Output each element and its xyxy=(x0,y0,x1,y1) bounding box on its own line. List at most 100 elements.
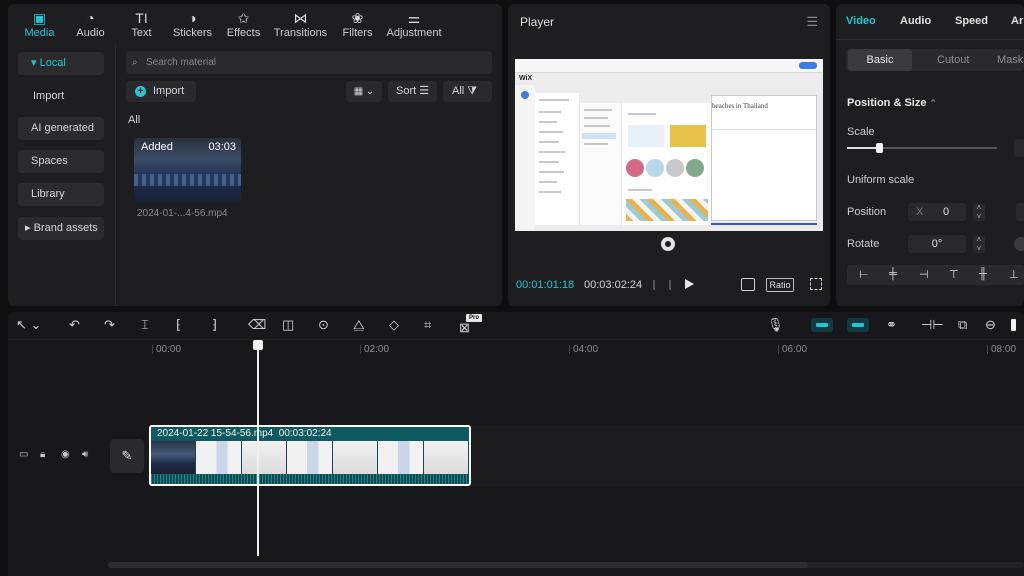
tab-video[interactable]: Video xyxy=(846,15,876,27)
tab-transitions[interactable]: ⋈ Transitions xyxy=(269,10,332,39)
subtab-cutout[interactable]: Cutout xyxy=(937,49,969,71)
clip-frame xyxy=(332,441,379,474)
scrollbar-thumb[interactable] xyxy=(108,562,808,568)
plus-icon: + xyxy=(135,86,146,97)
select-tool-icon[interactable]: ↖ ⌄ xyxy=(16,317,41,333)
clip-frame xyxy=(151,441,197,474)
align-bottom-icon[interactable]: ⊥ xyxy=(1009,268,1019,281)
crop-icon[interactable]: ⌗ xyxy=(424,317,431,333)
ruler-label: 04:00 xyxy=(568,344,599,355)
speaker-icon[interactable]: 🔊︎ xyxy=(82,449,88,460)
split-right-icon[interactable]: ⁆ xyxy=(212,317,217,333)
tab-media[interactable]: ▣ Media xyxy=(14,10,65,39)
sort-button[interactable]: Sort ☰ xyxy=(388,81,437,102)
search-input[interactable]: ⌕ Search material xyxy=(126,51,492,74)
link-icon[interactable]: ⚭ xyxy=(886,317,897,333)
sidebar-item-library[interactable]: Library xyxy=(18,183,104,206)
sidebar-item-spaces[interactable]: Spaces xyxy=(18,150,104,173)
smart-crop-icon[interactable]: ⊠ xyxy=(459,320,470,336)
split-view-icon[interactable]: ⊣⊢ xyxy=(921,317,944,333)
subtab-mask[interactable]: Mask xyxy=(997,49,1023,71)
tab-adjustment[interactable]: ⚌ Adjustment xyxy=(383,10,445,39)
tab-adjustment-label: Adjustment xyxy=(386,26,442,39)
view-toggle-button[interactable]: ▦ ⌄ xyxy=(346,81,382,102)
x-axis-label: X xyxy=(916,206,924,218)
sidebar-item-brand-assets[interactable]: ▸ Brand assets xyxy=(18,217,104,240)
tab-filters[interactable]: ❀ Filters xyxy=(332,10,383,39)
eye-icon[interactable]: ◉ xyxy=(61,449,70,460)
scale-value-field[interactable] xyxy=(1014,139,1024,157)
ratio-button[interactable]: Ratio xyxy=(766,278,794,292)
tab-effects[interactable]: ✩ Effects xyxy=(218,10,269,39)
rotate-toggle[interactable] xyxy=(1014,237,1024,251)
rotate-icon[interactable]: ◇ xyxy=(389,317,399,333)
tab-audio-props[interactable]: Audio xyxy=(900,15,931,27)
scale-slider-handle[interactable] xyxy=(875,143,883,153)
tab-audio[interactable]: ◔ Audio xyxy=(65,10,116,39)
track-video-icon[interactable]: ▭ xyxy=(19,449,28,460)
playhead[interactable] xyxy=(257,346,259,556)
preview-tile xyxy=(626,159,644,177)
timeline-scrollbar[interactable] xyxy=(108,562,1024,568)
filter-button[interactable]: All ⧩ xyxy=(443,81,492,102)
preview-axis-icon[interactable]: ⧉ xyxy=(958,317,967,333)
focus-icon[interactable] xyxy=(741,278,755,291)
zoom-out-icon[interactable]: ⊖ xyxy=(985,317,996,333)
import-button[interactable]: + Import xyxy=(126,81,196,102)
rotate-value: 0° xyxy=(931,238,943,250)
safe-area-icon[interactable] xyxy=(661,237,675,251)
position-x-stepper[interactable]: ˄ ˅ xyxy=(973,203,985,221)
sidebar-item-label: Library xyxy=(31,188,65,200)
preview-tile xyxy=(686,159,704,177)
align-center-h-icon[interactable]: ╪ xyxy=(889,268,897,280)
mirror-icon[interactable]: ⧋ xyxy=(353,317,365,333)
rotate-field[interactable]: 0° xyxy=(908,235,966,253)
sidebar-item-label: Local xyxy=(39,57,66,69)
align-right-icon[interactable]: ⊣ xyxy=(919,268,929,281)
menu-icon[interactable]: ☰ xyxy=(806,14,818,30)
align-left-icon[interactable]: ⊢ xyxy=(859,268,869,281)
zoom-slider-handle[interactable] xyxy=(1011,319,1016,331)
tab-stickers[interactable]: ◑ Stickers xyxy=(167,10,218,39)
split-left-icon[interactable]: ⁅ xyxy=(176,317,181,333)
sidebar-item-local[interactable]: ▾ Local xyxy=(18,52,104,75)
media-clip-thumbnail[interactable]: Added 03:03 xyxy=(134,138,241,202)
auto-snap-button[interactable] xyxy=(847,318,869,332)
split-icon[interactable]: ⌶ xyxy=(141,317,149,333)
rotate-stepper[interactable]: ˄ ˅ xyxy=(973,235,985,253)
position-x-field[interactable]: X0 xyxy=(908,203,966,221)
tab-audio-label: Audio xyxy=(76,26,105,39)
sidebar-item-import[interactable]: Import xyxy=(18,85,104,108)
undo-icon[interactable]: ↶ xyxy=(69,317,80,333)
timeline-clip[interactable]: 2024-01-22 15-54-56.mp4 00:03:02:24 xyxy=(149,425,471,486)
edit-cover-button[interactable]: ✎ xyxy=(110,439,144,473)
collapse-icon[interactable]: ⌃ xyxy=(930,98,938,108)
fullscreen-icon[interactable] xyxy=(810,278,822,290)
search-placeholder: Search material xyxy=(146,57,217,68)
tab-animation[interactable]: Ar xyxy=(1011,15,1023,27)
tab-speed[interactable]: Speed xyxy=(955,15,988,27)
lock-icon[interactable]: 🔒︎ xyxy=(40,449,45,460)
subtab-basic[interactable]: Basic xyxy=(848,49,912,71)
delete-icon[interactable]: ⌫ xyxy=(248,317,266,333)
clip-frame xyxy=(287,441,333,474)
reverse-icon[interactable]: ⊙ xyxy=(318,317,329,333)
align-top-icon[interactable]: ⊤ xyxy=(949,268,959,281)
added-badge: Added xyxy=(141,141,173,153)
preview-line xyxy=(584,143,608,145)
preview-line xyxy=(584,125,610,127)
player-preview[interactable]: WiX beaches in Thailand xyxy=(515,59,823,231)
align-center-v-icon[interactable]: ╫ xyxy=(979,268,987,280)
position-y-field[interactable] xyxy=(1016,203,1024,221)
main-track-magnet-button[interactable] xyxy=(811,318,833,332)
play-icon[interactable] xyxy=(685,279,694,289)
redo-icon[interactable]: ↷ xyxy=(104,317,115,333)
sidebar-item-label: Brand assets xyxy=(33,222,98,234)
tab-text[interactable]: TI Text xyxy=(116,10,167,39)
tab-media-label: Media xyxy=(24,26,55,39)
timeline-ruler[interactable]: 00:00 02:00 04:00 06:00 08:00 xyxy=(148,340,1024,358)
sidebar-item-ai-generated[interactable]: AI generated xyxy=(18,117,104,140)
microphone-icon[interactable]: 🎙 xyxy=(767,317,784,333)
grid-icon[interactable] xyxy=(653,280,671,290)
freeze-icon[interactable]: ◫ xyxy=(282,317,294,333)
